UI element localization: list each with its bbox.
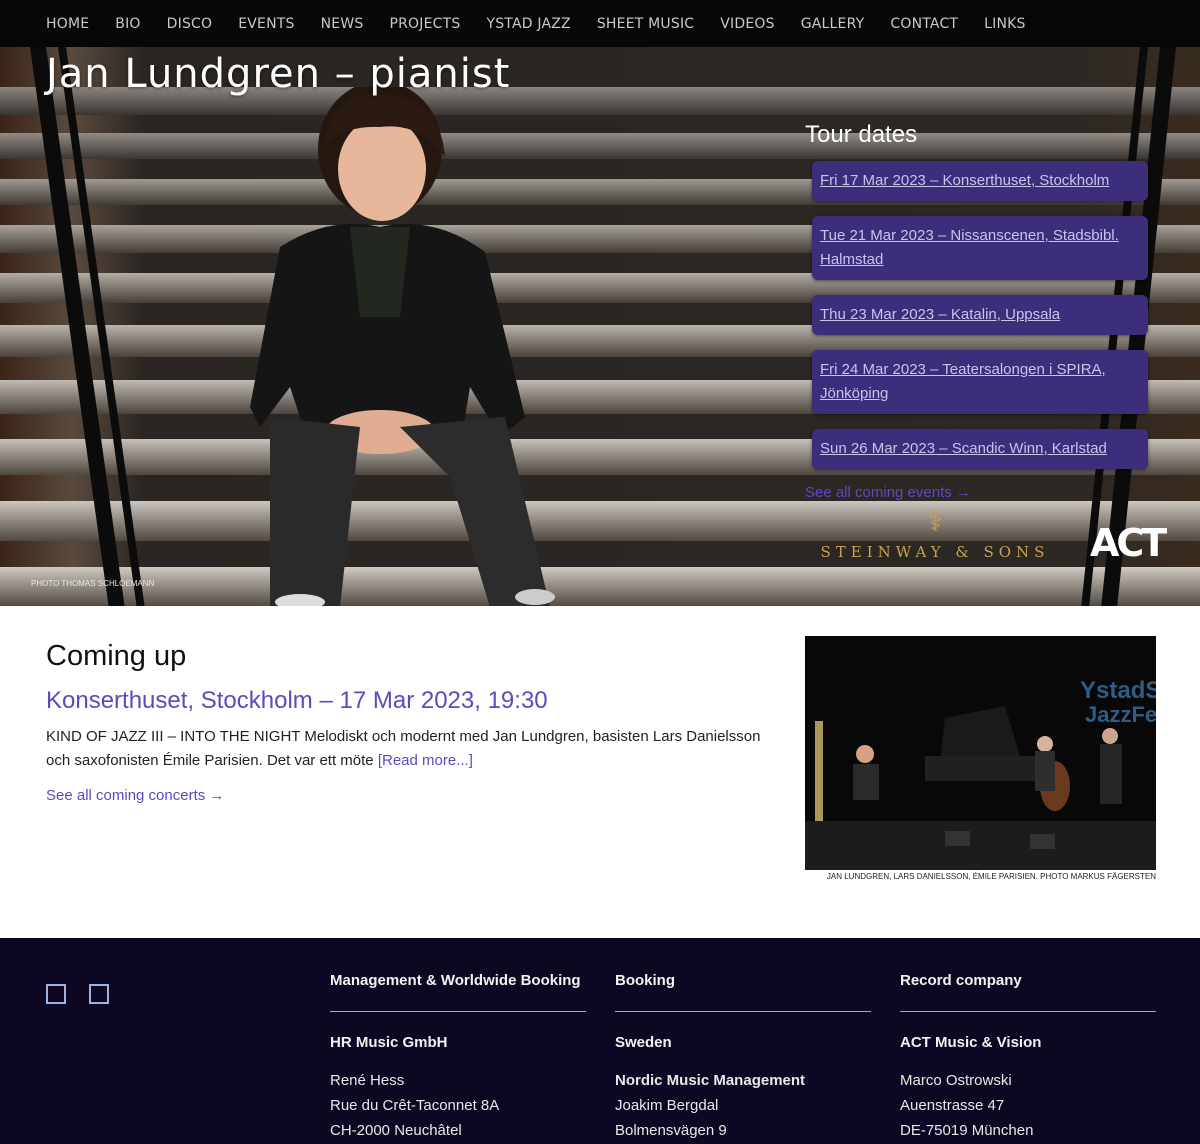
- footer-line: Auenstrasse 47: [900, 1097, 1005, 1114]
- footer-line: Rue du Crêt-Taconnet 8A: [330, 1097, 500, 1114]
- coming-up-section: Coming up Konserthuset, Stockholm – 17 M…: [46, 640, 786, 805]
- concert-photo-caption: JAN LUNDGREN, LARS DANIELSSON, ÉMILE PAR…: [826, 872, 1156, 881]
- nav-news[interactable]: NEWS: [321, 16, 364, 32]
- pianist-photo: [250, 87, 555, 606]
- footer-line: Nordic Music Management: [615, 1072, 806, 1089]
- nav-videos[interactable]: VIDEOS: [720, 16, 774, 32]
- tour-date-item[interactable]: Thu 23 Mar 2023 – Katalin, Uppsala: [812, 295, 1148, 335]
- tour-dates-panel: Tour dates Fri 17 Mar 2023 – Konserthuse…: [805, 121, 1150, 484]
- main-nav: HOME BIO DISCO EVENTS NEWS PROJECTS YSTA…: [0, 0, 1200, 47]
- event-description: KIND OF JAZZ III – INTO THE NIGHT Melodi…: [46, 725, 786, 773]
- tour-date-item[interactable]: Sun 26 Mar 2023 – Scandic Winn, Karlstad: [812, 429, 1148, 469]
- footer-col-heading: Booking: [615, 972, 871, 1012]
- see-all-concerts-link[interactable]: See all coming concerts →: [46, 787, 224, 804]
- footer-line: DE-75019 München: [900, 1122, 1034, 1139]
- page-title: Jan Lundgren – pianist: [46, 51, 511, 97]
- hero-section: Jan Lundgren – pianist PHOTO THOMAS SCHL…: [0, 47, 1200, 606]
- nav-events[interactable]: EVENTS: [238, 16, 294, 32]
- concert-banner-line-1: YstadS: [1080, 677, 1156, 704]
- see-all-events-link[interactable]: See all coming events →: [805, 484, 971, 501]
- footer-col-subheading: Sweden: [615, 1034, 672, 1051]
- read-more-link[interactable]: [Read more...]: [378, 752, 473, 769]
- footer-col-record-company: Record company ACT Music & Vision Marco …: [900, 972, 1156, 1141]
- site-footer: Management & Worldwide Booking HR Music …: [0, 938, 1200, 1144]
- footer-col-heading: Record company: [900, 972, 1156, 1012]
- nav-projects[interactable]: PROJECTS: [389, 16, 460, 32]
- nav-sheet-music[interactable]: SHEET MUSIC: [597, 16, 694, 32]
- footer-col-booking: Booking Sweden Nordic Music Management J…: [615, 972, 871, 1141]
- concert-photo: YstadS JazzFes: [805, 636, 1156, 870]
- footer-line: Marco Ostrowski: [900, 1072, 1012, 1089]
- footer-line: Bolmensvägen 9: [615, 1122, 727, 1139]
- nav-links[interactable]: LINKS: [984, 16, 1025, 32]
- tour-date-item[interactable]: Fri 17 Mar 2023 – Konserthuset, Stockhol…: [812, 161, 1148, 201]
- footer-col-heading: Management & Worldwide Booking: [330, 972, 586, 1012]
- act-logo[interactable]: ACT: [1090, 521, 1167, 565]
- nav-home[interactable]: HOME: [46, 16, 89, 32]
- footer-col-subheading: HR Music GmbH: [330, 1034, 448, 1051]
- concert-photo-graphic: YstadS JazzFes: [805, 636, 1156, 870]
- footer-line: CH-2000 Neuchâtel: [330, 1122, 462, 1139]
- coming-up-heading: Coming up: [46, 640, 187, 672]
- event-title-link[interactable]: Konserthuset, Stockholm – 17 Mar 2023, 1…: [46, 687, 548, 714]
- concert-banner-line-2: JazzFes: [1085, 702, 1156, 727]
- tour-date-item[interactable]: Tue 21 Mar 2023 – Nissanscenen, Stadsbib…: [812, 216, 1148, 280]
- footer-col-subheading: ACT Music & Vision: [900, 1034, 1042, 1051]
- steinway-logo[interactable]: ⚕ STEINWAY & SONS: [810, 507, 1060, 567]
- footer-line: Joakim Bergdal: [615, 1097, 719, 1114]
- footer-col-management: Management & Worldwide Booking HR Music …: [330, 972, 586, 1141]
- social-icon[interactable]: [89, 984, 109, 1004]
- nav-contact[interactable]: CONTACT: [890, 16, 958, 32]
- tour-dates-heading: Tour dates: [805, 121, 918, 148]
- tour-date-item[interactable]: Fri 24 Mar 2023 – Teatersalongen i SPIRA…: [812, 350, 1148, 414]
- nav-ystad-jazz[interactable]: YSTAD JAZZ: [486, 16, 570, 32]
- social-icon[interactable]: [46, 984, 66, 1004]
- footer-line: René Hess: [330, 1072, 405, 1089]
- nav-disco[interactable]: DISCO: [167, 16, 213, 32]
- nav-bio[interactable]: BIO: [115, 16, 140, 32]
- steinway-wordmark: STEINWAY & SONS: [820, 543, 1050, 561]
- hero-photo-credit: PHOTO THOMAS SCHLOEMANN: [31, 579, 155, 588]
- steinway-lyre-icon: ⚕: [927, 506, 943, 537]
- nav-gallery[interactable]: GALLERY: [801, 16, 865, 32]
